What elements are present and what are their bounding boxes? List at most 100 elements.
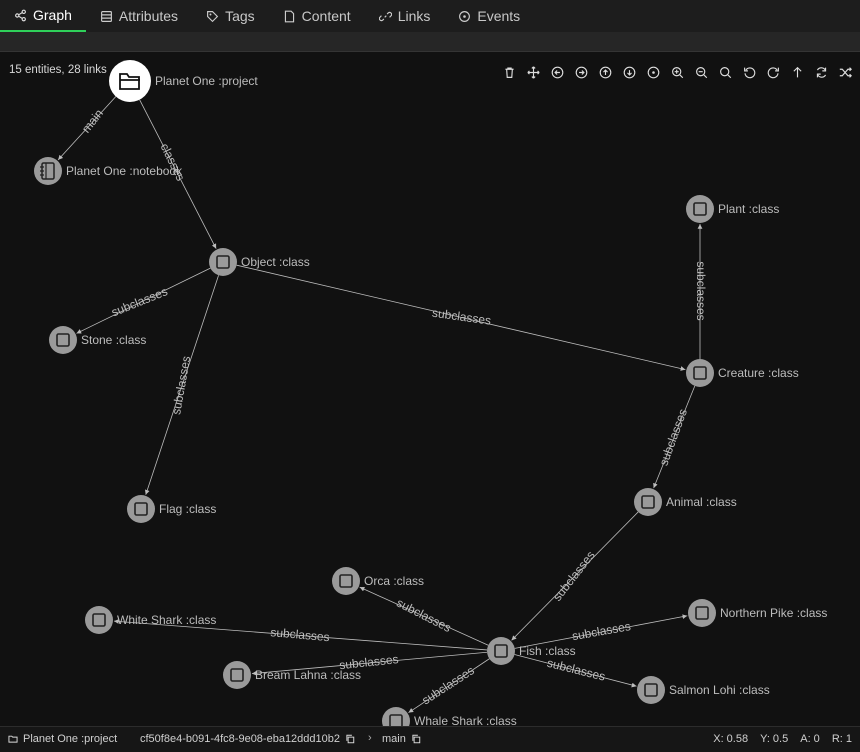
arrow-right-circle-button[interactable] [572,64,590,80]
trash-button[interactable] [500,64,518,80]
arrow-down-circle-button[interactable] [620,64,638,80]
graph-svg[interactable]: mainclassessubclassessubclassessubclasse… [0,52,860,726]
graph-toolbar [500,64,854,80]
target-button[interactable] [644,64,662,80]
arrow-up-circle-icon [599,66,611,78]
tab-attributes[interactable]: Attributes [86,0,192,32]
arrow-up-icon [792,66,802,77]
graph-edge[interactable]: subclasses [408,658,490,714]
node-label: Animal :class [666,495,737,509]
graph-node-project[interactable]: Planet One :project [109,60,258,102]
graph-edge[interactable]: main [57,96,117,161]
node-circle [637,676,665,704]
branch-name: main [382,733,406,745]
graph-node-salmonlohi[interactable]: Salmon Lohi :class [637,676,770,704]
entity-id-text: cf50f8e4-b091-4fc8-9e08-eba12ddd10b2 [140,733,340,745]
copy-icon[interactable] [345,734,355,744]
shuffle-button[interactable] [836,64,854,80]
share-nodes-icon [15,9,26,21]
graph-node-stone[interactable]: Stone :class [49,326,146,354]
node-circle [382,707,410,726]
node-label: Whale Shark :class [414,714,517,726]
arrow-up-circle-button[interactable] [596,64,614,80]
node-label: White Shark :class [117,613,216,627]
graph-edge[interactable]: subclasses [653,385,696,489]
chevron-right-icon: › [368,732,372,744]
arrow-right-circle-icon [575,66,587,78]
status-coordinates: X: 0.58 Y: 0.5 A: 0 R: 1 [713,733,852,745]
tab-tags[interactable]: Tags [192,0,269,32]
status-project-label: Planet One :project [23,733,118,745]
tag-icon [207,10,219,22]
graph-node-notebook[interactable]: Planet One :notebook [34,157,183,185]
status-y: Y: 0.5 [760,733,789,745]
graph-canvas[interactable]: main classes subclasses subclasses subclasse… [0,52,860,726]
zoom-out-icon [695,66,707,78]
trash-icon [504,66,514,78]
search-button[interactable] [716,64,734,80]
rotate-right-button[interactable] [764,64,782,80]
node-label: Bream Lahna :class [255,668,361,682]
tab-events[interactable]: Events [444,0,534,32]
node-circle [686,359,714,387]
arrow-left-circle-icon [551,66,563,78]
graph-node-plant[interactable]: Plant :class [686,195,779,223]
edge-label: subclasses [270,625,330,644]
node-circle [85,606,113,634]
refresh-button[interactable] [812,64,830,80]
graph-node-whiteshark[interactable]: White Shark :class [85,606,216,634]
move-button[interactable] [524,64,542,80]
node-label: Northern Pike :class [720,606,827,620]
graph-node-orca[interactable]: Orca :class [332,567,424,595]
status-a: A: 0 [800,733,820,745]
graph-node-object[interactable]: Object :class [209,248,310,276]
edge-label: subclasses [656,407,689,468]
zoom-out-button[interactable] [692,64,710,80]
graph-node-northernpike[interactable]: Northern Pike :class [688,599,827,627]
status-r: R: 1 [831,733,852,745]
edge-label: subclasses [694,261,708,320]
tab-bar: Graph Attributes Tags Content Links Even… [0,0,860,32]
graph-edge[interactable]: subclasses [236,264,686,371]
edge-label: subclasses [571,619,632,643]
file-icon [284,10,294,22]
entity-link-count: 15 entities, 28 links [9,64,107,76]
zoom-in-button[interactable] [668,64,686,80]
node-label: Salmon Lohi :class [669,683,770,697]
graph-edge[interactable]: subclasses [76,267,211,334]
node-label: Creature :class [718,366,799,380]
node-circle [34,157,62,185]
search-icon [719,66,731,78]
sub-toolbar [0,32,860,52]
tab-graph[interactable]: Graph [0,0,86,32]
graph-node-flag[interactable]: Flag :class [127,495,216,523]
node-label: Orca :class [364,574,424,588]
tab-content[interactable]: Content [269,0,365,32]
status-branch[interactable]: main [382,733,421,745]
status-bar: Planet One :project cf50f8e4-b091-4fc8-9… [0,726,860,752]
graph-node-whaleshark[interactable]: Whale Shark :class [382,707,517,726]
graph-edge[interactable]: subclasses [514,654,637,688]
edge-label: subclasses [546,656,607,684]
node-label: Planet One :project [155,74,258,88]
copy-icon[interactable] [411,734,421,744]
node-label: Planet One :notebook [66,164,183,178]
graph-node-animal[interactable]: Animal :class [634,488,737,516]
arrow-up-button[interactable] [788,64,806,80]
status-project[interactable]: Planet One :project [8,733,117,745]
graph-edge[interactable]: subclasses [144,275,219,495]
graph-node-creature[interactable]: Creature :class [686,359,799,387]
tab-links[interactable]: Links [365,0,445,32]
circle-dot-icon [459,10,471,22]
status-entity-id[interactable]: cf50f8e4-b091-4fc8-9e08-eba12ddd10b2 [140,733,355,745]
graph-edge[interactable]: subclasses [694,224,708,359]
tab-links-label: Links [397,8,431,24]
arrow-left-circle-button[interactable] [548,64,566,80]
node-circle [487,637,515,665]
tab-attributes-label: Attributes [118,8,179,24]
rotate-left-button[interactable] [740,64,758,80]
graph-edge[interactable]: subclasses [359,586,489,646]
arrow-down-circle-icon [623,66,635,78]
edge-label: subclasses [394,596,453,635]
zoom-in-icon [671,66,683,78]
